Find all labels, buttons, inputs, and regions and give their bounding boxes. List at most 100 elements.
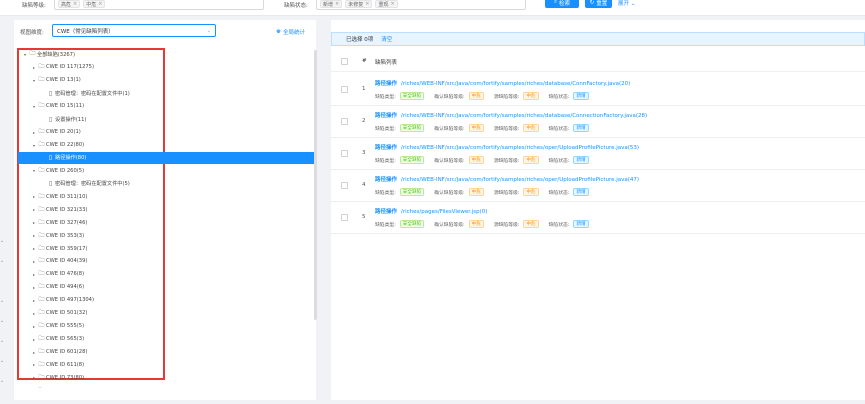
reset-button[interactable]: ↻ 重置 xyxy=(585,0,612,8)
tree-node[interactable]: ▸ 🗀 CWE ID 404(39) xyxy=(18,255,314,268)
view-dimension-select[interactable]: CWE（常见缺陷列表） ⌄ xyxy=(52,24,216,37)
folder-icon: 🗀 xyxy=(38,128,45,136)
gutter-chevron-icon: ⌄ xyxy=(0,238,5,244)
tree-node[interactable]: ▾ 🗀 全部缺陷(3267) xyxy=(18,48,314,61)
row-title: 路径操作/riches/pages/FilesViewer.jsp(0) xyxy=(375,207,487,215)
tree-node[interactable]: ▾ 🗀 CWE ID 15(11) xyxy=(18,100,314,113)
tree-node[interactable]: ▸ 🗀 CWE ID 497(1304) xyxy=(18,294,314,307)
defect-type-link[interactable]: 路径操作 xyxy=(375,113,397,119)
row-checkbox[interactable] xyxy=(341,214,348,221)
field-status-label: 缺陷状态: xyxy=(548,190,570,196)
field-status-label: 缺陷状态: xyxy=(548,222,570,228)
stats-icon: ♚ xyxy=(276,29,281,35)
tree-node[interactable]: ▸ 🗀 CWE ID 494(6) xyxy=(18,281,314,294)
tree-node[interactable]: ▯ 密码管理：密码在配置文件中(1) xyxy=(18,87,314,100)
tree-node[interactable]: ▸ 🗀 CWE ID 353(3) xyxy=(18,229,314,242)
tag-close-icon[interactable]: × xyxy=(390,1,394,7)
document-icon: ▯ xyxy=(48,115,53,123)
row-meta: 缺陷类型: 安全缺陷 确认缺陷等级: 中危 源缺陷等级: 中危 缺陷状态: 新增 xyxy=(375,124,589,132)
tree-node[interactable]: ▸ 🗀 CWE ID 73(80) xyxy=(18,371,314,384)
tag-close-icon[interactable]: × xyxy=(365,1,369,7)
tag-close-icon[interactable]: × xyxy=(73,1,77,7)
tree-node[interactable]: ▸ 🗀 CWE ID 476(8) xyxy=(18,268,314,281)
tree-node[interactable]: ▸ 🗀 CWE ID 327(46) xyxy=(18,216,314,229)
field-confirm-label: 确认缺陷等级: xyxy=(434,190,465,196)
folder-icon: 🗀 xyxy=(38,270,45,278)
confirm-level-badge: 中危 xyxy=(468,124,484,132)
field-status-label: 缺陷状态: xyxy=(548,94,570,100)
tree-node[interactable]: ▸ 🗀 CWE ID 565(3) xyxy=(18,333,314,346)
tree-node-label: CWE ID 13(1) xyxy=(46,77,81,84)
defect-type-link[interactable]: 路径操作 xyxy=(375,81,397,87)
status-badge: 新增 xyxy=(573,92,589,100)
status-filter-select[interactable]: 新增 × 未修复 × 重现 × xyxy=(316,0,526,10)
tree-scrollbar[interactable] xyxy=(314,50,317,320)
page: 缺陷等级: 高危 × 中危 × 缺陷状态: 新增 × 未修复 × 重现 × ⌕ 检索 ↻ 重置… xyxy=(0,0,865,404)
defect-type-link[interactable]: 路径操作 xyxy=(375,145,397,151)
tree-node[interactable]: ▸ 🗀 CWE ID 359(17) xyxy=(18,242,314,255)
search-button[interactable]: ⌕ 检索 xyxy=(545,0,579,8)
tree-node-label: 设置操作(11) xyxy=(55,116,87,123)
row-checkbox[interactable] xyxy=(341,182,348,189)
tree-node[interactable]: ▾ 🗀 CWE ID 13(1) xyxy=(18,74,314,87)
tree-node[interactable]: ▸ 🗀 CWE ID 20(1) xyxy=(18,126,314,139)
tree-node-label: CWE ID 565(3) xyxy=(46,336,85,343)
table-row: 5 路径操作/riches/pages/FilesViewer.jsp(0) 缺陷类… xyxy=(331,202,865,234)
tree-node[interactable]: ▸ 🗀 CWE ID 321(33) xyxy=(18,203,314,216)
document-icon: ▯ xyxy=(48,89,53,97)
level-tag: 高危 × xyxy=(58,0,81,8)
defect-path-link[interactable]: /riches/WEB-INF/src/java/com/fortify/sam… xyxy=(401,113,647,119)
document-icon: ▯ xyxy=(48,154,53,162)
level-filter-select[interactable]: 高危 × 中危 × xyxy=(54,0,264,10)
tree-node[interactable]: ▸ 🗀 CWE ID 555(5) xyxy=(18,320,314,333)
tree-node[interactable]: ▸ 🗀 CWE ID 501(32) xyxy=(18,307,314,320)
defect-type-link[interactable]: 路径操作 xyxy=(375,209,397,215)
tree-node[interactable]: ▸ 🗀 CWE ID 611(8) xyxy=(18,359,314,372)
selection-bar: 已选择 0项 清空 xyxy=(331,32,865,46)
defect-type-link[interactable]: 路径操作 xyxy=(375,177,397,183)
col-title-header: 缺陷列表 xyxy=(375,60,398,66)
tree-node[interactable]: ▯ 设置操作(11) xyxy=(18,113,314,126)
row-meta: 缺陷类型: 安全缺陷 确认缺陷等级: 中危 源缺陷等级: 中危 缺陷状态: 新增 xyxy=(375,188,589,196)
tree-node[interactable]: ▾ 🗀 CWE ID 22(80) xyxy=(18,139,314,152)
tag-close-icon[interactable]: × xyxy=(335,1,339,7)
select-all-checkbox[interactable] xyxy=(341,58,348,65)
tree-node[interactable]: ▸ 🗀 CWE ID 117(1275) xyxy=(18,61,314,74)
table-row: 1 路径操作/riches/WEB-INF/src/java/com/fortif… xyxy=(331,74,865,106)
tree-node[interactable]: ▸ 🗀 CWE ID 601(28) xyxy=(18,346,314,359)
tag-close-icon[interactable]: × xyxy=(98,1,102,7)
tree-node[interactable]: ▯ 路径操作(80) xyxy=(18,151,314,165)
field-type-label: 缺陷类型: xyxy=(375,158,396,164)
tree-node[interactable]: ▾ 🗀 CWE ID 260(5) xyxy=(18,164,314,177)
global-stats-button[interactable]: ♚ 全局统计 xyxy=(276,28,305,36)
tree-node[interactable]: ▸🗀CWE ID 77(42) xyxy=(18,384,314,388)
tree-node-label: CWE ID 321(33) xyxy=(46,206,88,213)
clear-selection-link[interactable]: 清空 xyxy=(381,35,392,43)
category-badge: 安全缺陷 xyxy=(399,92,425,100)
defect-path-link[interactable]: /riches/pages/FilesViewer.jsp(0) xyxy=(401,209,487,215)
defect-path-link[interactable]: /riches/WEB-INF/src/java/com/fortify/sam… xyxy=(401,81,630,87)
confirm-level-badge: 中危 xyxy=(468,188,484,196)
folder-icon: 🗀 xyxy=(38,205,45,213)
tree-node-label: CWE ID 15(11) xyxy=(46,103,85,110)
tree-node[interactable]: ▯ 密码管理：密码在配置文件中(5) xyxy=(18,177,314,190)
chevron-down-icon: ⌄ xyxy=(206,28,211,34)
folder-icon: 🗀 xyxy=(38,166,45,174)
category-badge: 安全缺陷 xyxy=(399,220,425,228)
defect-path-link[interactable]: /riches/WEB-INF/src/java/com/fortify/sam… xyxy=(401,177,639,183)
field-confirm-label: 确认缺陷等级: xyxy=(434,222,465,228)
expand-filters-link[interactable]: 展开 ⌄ xyxy=(618,0,635,7)
row-checkbox[interactable] xyxy=(341,86,348,93)
folder-icon: 🗀 xyxy=(38,296,45,304)
category-badge: 安全缺陷 xyxy=(399,188,425,196)
status-tag: 重现 × xyxy=(375,0,398,8)
row-checkbox[interactable] xyxy=(341,118,348,125)
defect-list-panel: 已选择 0项 清空 # 缺陷列表 1 路径操作/riches/WEB-INF/sr… xyxy=(331,20,865,400)
defect-path-link[interactable]: /riches/WEB-INF/src/java/com/fortify/sam… xyxy=(401,145,639,151)
field-type-label: 缺陷类型: xyxy=(375,190,396,196)
view-dimension-value: CWE（常见缺陷列表） xyxy=(57,28,114,35)
row-checkbox[interactable] xyxy=(341,150,348,157)
field-confirm-label: 确认缺陷等级: xyxy=(434,94,465,100)
tree-node[interactable]: ▸ 🗀 CWE ID 311(10) xyxy=(18,190,314,203)
tree-node-label: CWE ID 359(17) xyxy=(46,245,88,252)
